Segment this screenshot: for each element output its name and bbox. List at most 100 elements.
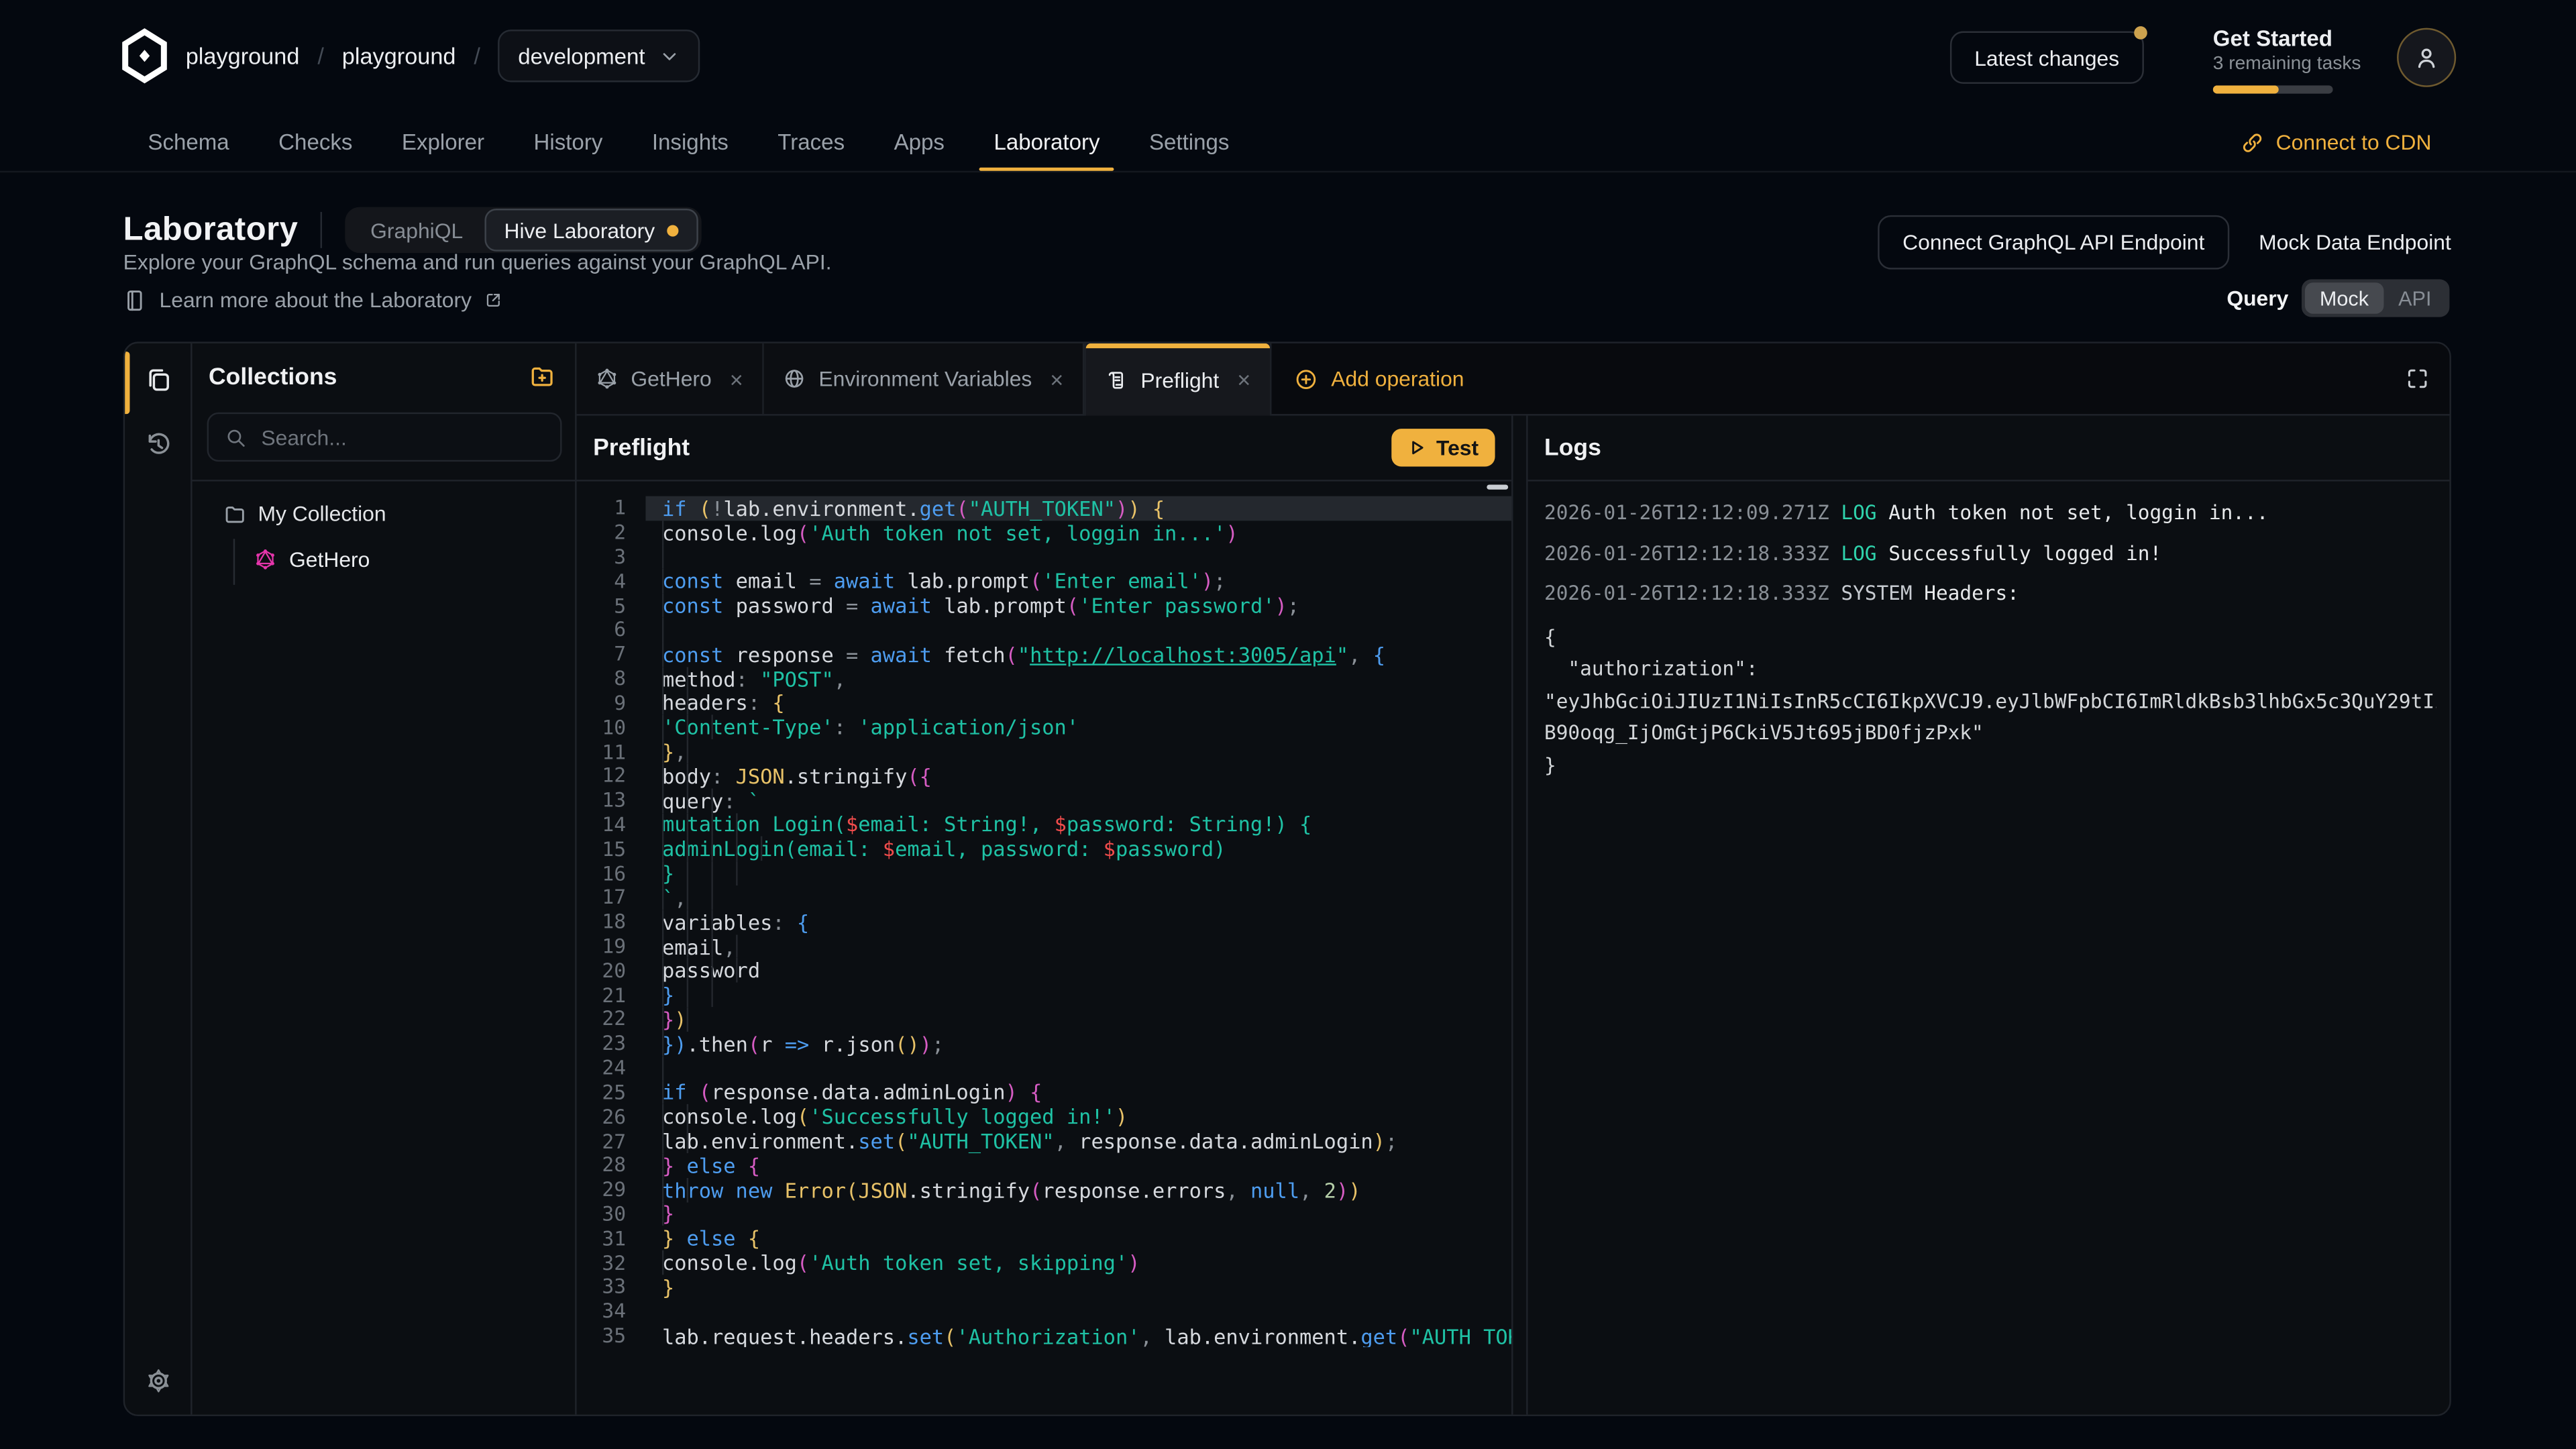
toggle-hive-laboratory[interactable]: Hive Laboratory bbox=[484, 209, 698, 252]
code-line[interactable]: 28 } else { bbox=[577, 1153, 1511, 1177]
target-selector[interactable]: development bbox=[498, 30, 700, 82]
line-number: 10 bbox=[577, 716, 646, 739]
hive-logo-icon[interactable] bbox=[118, 28, 170, 84]
code-line[interactable]: 27 lab.environment.set("AUTH_TOKEN", res… bbox=[577, 1129, 1511, 1153]
collections-icon[interactable] bbox=[145, 366, 173, 394]
chevron-down-icon bbox=[658, 45, 680, 66]
code-line[interactable]: 29 throw new Error(JSON.stringify(respon… bbox=[577, 1177, 1511, 1201]
collection-operation-gethero[interactable]: GetHero bbox=[255, 547, 370, 572]
indent-guide bbox=[662, 1202, 663, 1226]
code-line[interactable]: 21 } bbox=[577, 983, 1511, 1007]
breadcrumb-org[interactable]: playground bbox=[186, 43, 300, 69]
code-line[interactable]: 30 } bbox=[577, 1202, 1511, 1226]
nav-tab-traces[interactable]: Traces bbox=[777, 112, 845, 171]
code-line[interactable]: 1if (!lab.environment.get("AUTH_TOKEN"))… bbox=[577, 496, 1511, 521]
connect-to-cdn-link[interactable]: Connect to CDN bbox=[2241, 112, 2431, 173]
code-line[interactable]: 34 bbox=[577, 1299, 1511, 1324]
nav-tab-schema[interactable]: Schema bbox=[148, 112, 229, 171]
indent-guide bbox=[686, 837, 688, 861]
code-line[interactable]: 35lab.request.headers.set('Authorization… bbox=[577, 1324, 1511, 1348]
toggle-api[interactable]: API bbox=[2383, 282, 2446, 314]
collection-folder[interactable]: My Collection bbox=[223, 501, 386, 526]
code-line[interactable]: 22 }) bbox=[577, 1007, 1511, 1031]
test-button[interactable]: Test bbox=[1392, 429, 1495, 466]
fullscreen-icon[interactable] bbox=[2405, 366, 2430, 391]
add-operation-button[interactable]: Add operation bbox=[1272, 343, 1487, 414]
nav-tab-checks[interactable]: Checks bbox=[278, 112, 352, 171]
learn-more-link[interactable]: Learn more about the Laboratory bbox=[123, 288, 503, 313]
nav-tab-laboratory[interactable]: Laboratory bbox=[994, 112, 1099, 171]
code-line[interactable]: 7 const response = await fetch("http://l… bbox=[577, 642, 1511, 666]
nav-tab-settings[interactable]: Settings bbox=[1149, 112, 1229, 171]
line-number: 33 bbox=[577, 1275, 646, 1298]
get-started-widget[interactable]: Get Started 3 remaining tasks bbox=[2213, 26, 2345, 93]
close-icon[interactable]: × bbox=[1237, 368, 1250, 391]
pane-resizer[interactable] bbox=[1513, 416, 1527, 1416]
code-line[interactable]: 14 mutation Login($email: String!, $pass… bbox=[577, 812, 1511, 837]
search-box[interactable] bbox=[207, 413, 562, 462]
indent-guide bbox=[662, 764, 663, 788]
latest-changes-label: Latest changes bbox=[1974, 45, 2119, 70]
code-line[interactable]: 23 }).then(r => r.json()); bbox=[577, 1032, 1511, 1056]
code-line[interactable]: 12 body: JSON.stringify({ bbox=[577, 764, 1511, 788]
resize-handle[interactable] bbox=[1487, 484, 1508, 489]
log-json-line: { bbox=[1544, 622, 2436, 654]
tab-environment-variables[interactable]: Environment Variables× bbox=[765, 343, 1085, 414]
tab-gethero[interactable]: GetHero× bbox=[577, 343, 765, 414]
indent-guide bbox=[662, 1080, 663, 1104]
code-editor[interactable]: 1if (!lab.environment.get("AUTH_TOKEN"))… bbox=[577, 482, 1511, 1348]
line-number: 5 bbox=[577, 594, 646, 617]
code-line[interactable]: 25 if (response.data.adminLogin) { bbox=[577, 1080, 1511, 1104]
history-icon[interactable] bbox=[145, 431, 173, 459]
code-line[interactable]: 16 } bbox=[577, 861, 1511, 885]
tab-preflight[interactable]: Preflight× bbox=[1085, 343, 1272, 416]
code-line[interactable]: 2 console.log('Auth token not set, loggi… bbox=[577, 521, 1511, 545]
code-line[interactable]: 18 variables: { bbox=[577, 910, 1511, 934]
indent-guide bbox=[686, 1129, 688, 1153]
nav-tab-history[interactable]: History bbox=[533, 112, 602, 171]
code-line[interactable]: 8 method: "POST", bbox=[577, 667, 1511, 691]
user-avatar[interactable] bbox=[2397, 28, 2456, 87]
code-line[interactable]: 5 const password = await lab.prompt('Ent… bbox=[577, 594, 1511, 618]
indent-guide bbox=[662, 788, 663, 812]
nav-tab-explorer[interactable]: Explorer bbox=[402, 112, 484, 171]
gear-icon[interactable] bbox=[145, 1367, 173, 1395]
line-number: 9 bbox=[577, 692, 646, 714]
code-line[interactable]: 9 headers: { bbox=[577, 691, 1511, 715]
new-collection-icon[interactable] bbox=[529, 363, 555, 389]
toggle-mock[interactable]: Mock bbox=[2305, 282, 2383, 314]
code-line[interactable]: 17 `, bbox=[577, 885, 1511, 910]
indent-guide bbox=[686, 1007, 688, 1031]
code-line[interactable]: 20 password bbox=[577, 959, 1511, 983]
mock-endpoint-button[interactable]: Mock Data Endpoint bbox=[2259, 230, 2451, 255]
code-line[interactable]: 31} else { bbox=[577, 1226, 1511, 1250]
latest-changes-button[interactable]: Latest changes bbox=[1949, 32, 2143, 84]
code-line[interactable]: 4 const email = await lab.prompt('Enter … bbox=[577, 569, 1511, 593]
code-line[interactable]: 15 adminLogin(email: $email, password: $… bbox=[577, 837, 1511, 861]
code-line[interactable]: 24 bbox=[577, 1056, 1511, 1080]
code-line[interactable]: 26 console.log('Successfully logged in!'… bbox=[577, 1104, 1511, 1128]
search-input[interactable] bbox=[258, 423, 543, 451]
code-line[interactable]: 32 console.log('Auth token set, skipping… bbox=[577, 1250, 1511, 1275]
connect-endpoint-button[interactable]: Connect GraphQL API Endpoint bbox=[1878, 215, 2229, 270]
toggle-graphiql[interactable]: GraphiQL bbox=[349, 210, 484, 250]
code-line[interactable]: 19 email, bbox=[577, 934, 1511, 959]
code-line[interactable]: 33} bbox=[577, 1275, 1511, 1299]
line-number: 17 bbox=[577, 886, 646, 909]
code-line[interactable]: 13 query: ` bbox=[577, 788, 1511, 812]
line-number: 26 bbox=[577, 1105, 646, 1128]
code-line[interactable]: 10 'Content-Type': 'application/json' bbox=[577, 715, 1511, 739]
indent-guide bbox=[736, 934, 737, 959]
connect-to-cdn-label: Connect to CDN bbox=[2276, 129, 2432, 154]
code-line[interactable]: 6 bbox=[577, 618, 1511, 642]
nav-tab-apps[interactable]: Apps bbox=[894, 112, 945, 171]
breadcrumb-project[interactable]: playground bbox=[342, 43, 456, 69]
nav-tab-insights[interactable]: Insights bbox=[652, 112, 729, 171]
indent-guide bbox=[662, 812, 663, 837]
close-icon[interactable]: × bbox=[1050, 367, 1063, 390]
code-line[interactable]: 11 }, bbox=[577, 739, 1511, 763]
indent-guide bbox=[686, 715, 688, 739]
code-line[interactable]: 3 bbox=[577, 545, 1511, 569]
close-icon[interactable]: × bbox=[730, 367, 743, 390]
indent-guide bbox=[736, 861, 737, 885]
